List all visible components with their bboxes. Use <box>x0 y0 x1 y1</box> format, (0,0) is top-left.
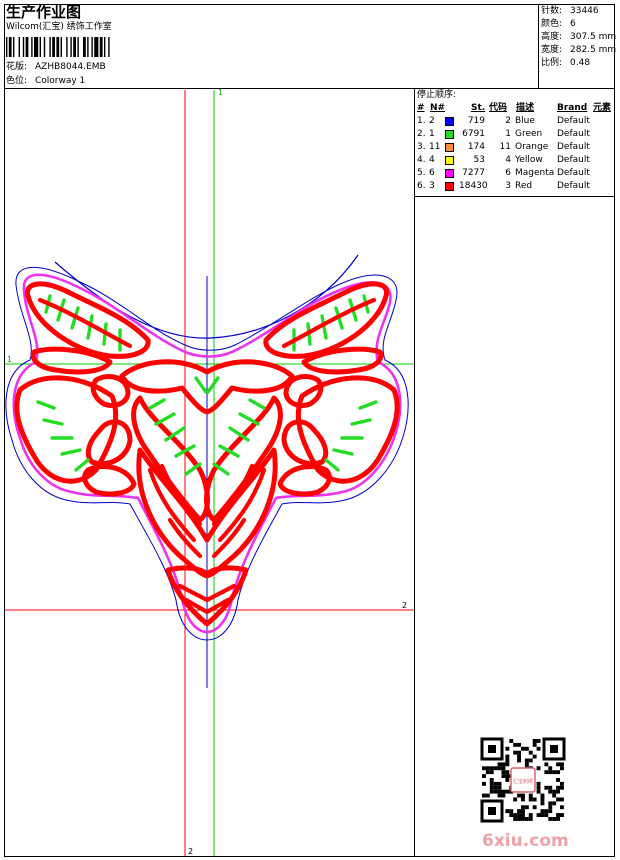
embroidery-preview[interactable]: 1 1 2 2 <box>0 0 620 860</box>
guide-label-v2: 2 <box>188 847 193 856</box>
qr-code[interactable]: 汇宝刺绣 <box>480 737 566 823</box>
watermark-text: 6xiu.com <box>482 831 569 851</box>
guide-label-h2: 2 <box>402 601 407 610</box>
qr-seal-text: 汇宝刺绣 <box>513 778 533 785</box>
guide-label-h1: 1 <box>7 355 12 364</box>
guide-label-v1: 1 <box>218 88 223 97</box>
